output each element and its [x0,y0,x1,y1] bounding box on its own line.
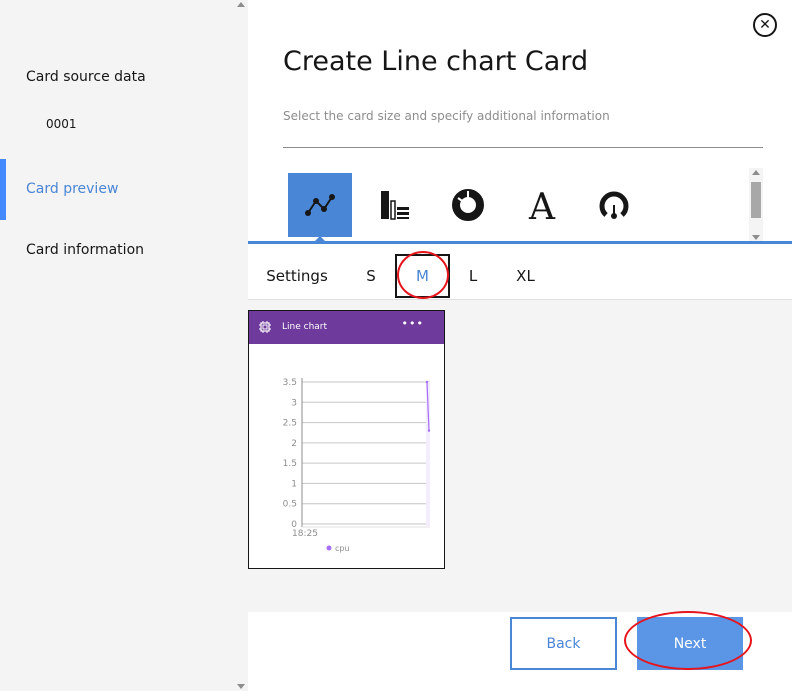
chart-type-bar[interactable] [363,173,427,237]
sidebar-item-card-information[interactable]: Card information [26,242,144,258]
section-divider [248,241,792,244]
next-button[interactable]: Next [637,617,743,670]
card-header: Line chart ••• [249,311,444,344]
chip-icon [259,321,271,333]
create-card-modal: Card source data 0001 Card preview Card … [0,0,792,691]
tab-size-s[interactable]: S [358,254,384,298]
sidebar-active-indicator [0,159,6,220]
scroll-down-icon[interactable] [237,684,245,689]
chart-type-text[interactable]: A [510,173,574,237]
donut-chart-icon [452,189,484,221]
gauge-icon [599,191,629,219]
data-point [427,429,431,432]
legend-label-cpu: cpu [335,544,350,553]
card-title: Line chart [282,322,328,332]
chart-type-gauge[interactable] [582,173,646,237]
sidebar-item-card-source-data[interactable]: Card source data [26,69,146,85]
chart-type-donut[interactable] [436,173,500,237]
tab-settings[interactable]: Settings [264,254,330,298]
tab-size-xl[interactable]: XL [512,254,539,298]
y-tick-label: 3.5 [283,378,297,388]
close-icon: ✕ [759,17,771,33]
scroll-up-icon[interactable] [752,170,760,175]
x-tick-label: 18:25 [292,529,318,539]
page-title: Create Line chart Card [283,46,589,77]
y-tick-label: 1.5 [283,459,297,469]
y-tick-label: 0.5 [283,500,297,510]
bar-chart-icon [381,191,409,220]
chart-type-line[interactable] [288,173,352,237]
legend-swatch-cpu [326,545,332,551]
size-tabs: Settings S M L XL [248,254,792,300]
y-tick-label: 2 [291,439,297,449]
y-tick-label: 2.5 [283,419,297,429]
scrollbar-thumb[interactable] [751,182,761,218]
overflow-menu-icon[interactable]: ••• [402,317,424,330]
y-tick-label: 1 [291,479,297,489]
data-point [425,380,429,384]
text-icon: A [528,187,556,223]
sidebar-subitem-0001[interactable]: 0001 [46,117,77,131]
card-preview: Line chart ••• 3.5 3 2.5 2 1.5 1 0.5 0 18:25 cpu [248,310,445,569]
page-subtitle: Select the card size and specify additio… [283,109,610,123]
line-chart-icon [305,194,335,216]
scroll-up-icon[interactable] [237,2,245,7]
y-tick-label: 3 [291,398,297,408]
tab-size-m[interactable]: M [395,254,450,298]
tab-size-l[interactable]: L [461,254,485,298]
sidebar-item-card-preview[interactable]: Card preview [26,181,118,197]
line-chart: 3.532.521.510.5018:25cpu [283,378,431,553]
divider [283,147,763,148]
sidebar: Card source data 0001 Card preview Card … [0,0,234,691]
scroll-down-icon[interactable] [752,235,760,240]
sidebar-scrollbar[interactable] [234,0,248,691]
svg-text:A: A [528,187,556,223]
back-button[interactable]: Back [510,617,617,670]
chart-types-scrollbar[interactable] [749,168,763,242]
close-button[interactable]: ✕ [753,13,777,37]
